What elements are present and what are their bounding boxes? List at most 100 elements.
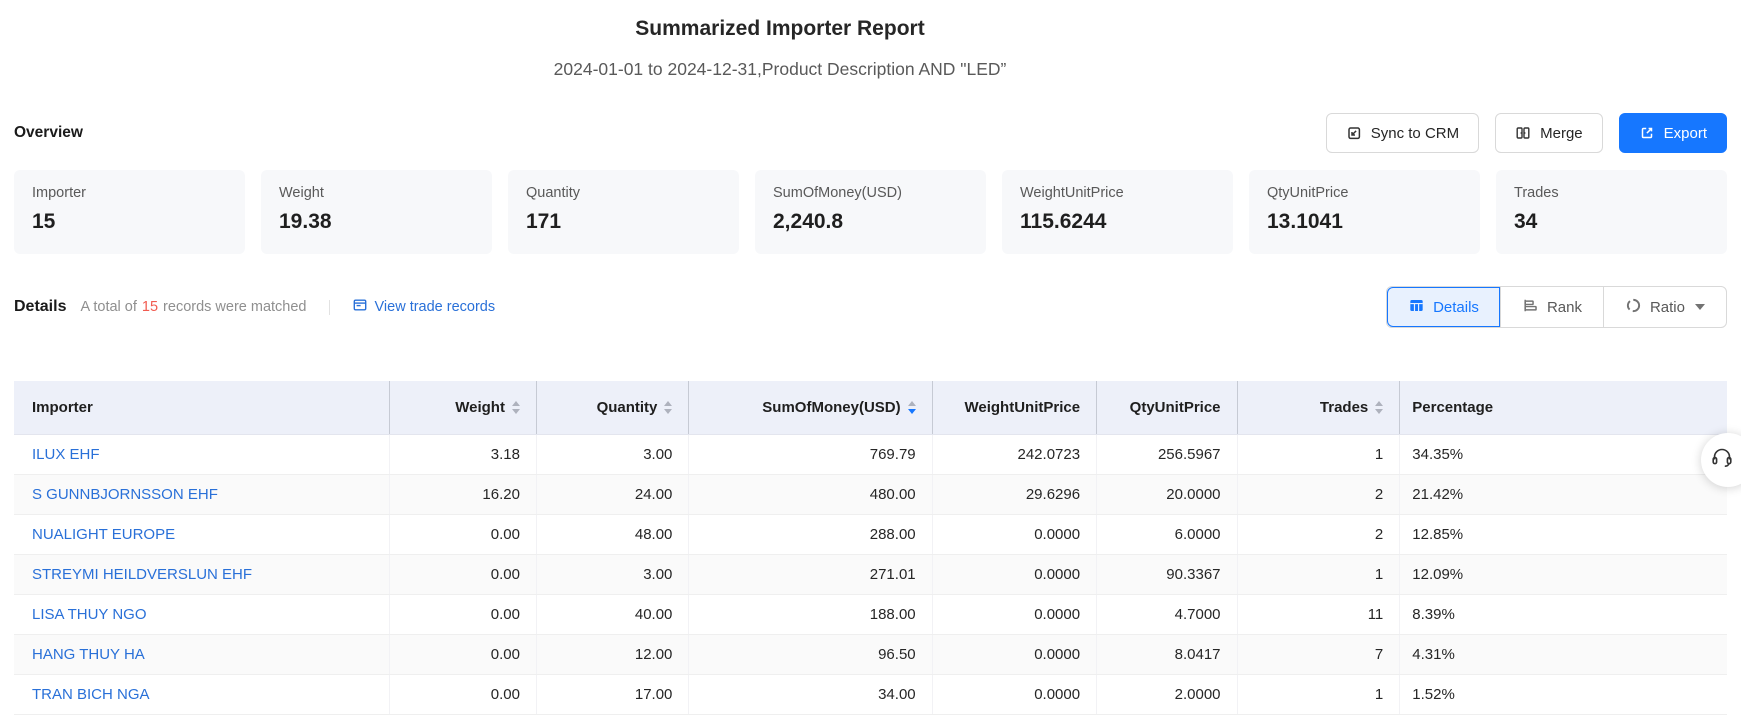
weight-unit-price-cell: 0.0000 [932, 674, 1096, 714]
weight-unit-price-cell: 0.0000 [932, 514, 1096, 554]
sort-carets-icon[interactable] [664, 401, 672, 414]
sum-cell: 96.50 [689, 634, 932, 674]
headset-icon [1710, 446, 1734, 475]
stat-label: Quantity [526, 185, 721, 201]
view-trade-records-label: View trade records [375, 299, 496, 315]
stat-card-importer: Importer 15 [14, 170, 245, 254]
importer-link[interactable]: NUALIGHT EUROPE [32, 526, 175, 543]
tab-rank[interactable]: Rank [1501, 287, 1604, 327]
overview-heading: Overview [14, 124, 83, 142]
importer-link[interactable]: HANG THUY HA [32, 646, 145, 663]
qty-unit-price-cell: 90.3367 [1097, 554, 1237, 594]
stat-label: QtyUnitPrice [1267, 185, 1462, 201]
table-icon [1408, 297, 1425, 318]
column-header-weight[interactable]: Weight [389, 381, 536, 434]
trades-cell: 11 [1237, 594, 1400, 634]
quantity-cell: 3.00 [536, 554, 688, 594]
column-header-weight-unit-price: WeightUnitPrice [932, 381, 1096, 434]
importer-link[interactable]: TRAN BICH NGA [32, 686, 150, 703]
weight-unit-price-cell: 0.0000 [932, 554, 1096, 594]
tab-rank-label: Rank [1547, 299, 1582, 316]
importer-table: Importer Weight Quantity SumOfMoney(USD)… [14, 381, 1727, 715]
importer-link[interactable]: S GUNNBJORNSSON EHF [32, 486, 218, 503]
table-row: S GUNNBJORNSSON EHF 16.20 24.00 480.00 2… [14, 474, 1727, 514]
stat-card-qty-unit-price: QtyUnitPrice 13.1041 [1249, 170, 1480, 254]
qty-unit-price-cell: 256.5967 [1097, 434, 1237, 474]
percentage-cell: 12.09% [1400, 554, 1727, 594]
stat-value: 19.38 [279, 210, 474, 234]
tab-details[interactable]: Details [1387, 287, 1501, 327]
sum-cell: 34.00 [689, 674, 932, 714]
weight-cell: 0.00 [389, 514, 536, 554]
table-header-row: Importer Weight Quantity SumOfMoney(USD)… [14, 381, 1727, 434]
weight-cell: 0.00 [389, 674, 536, 714]
overview-toolbar: Overview Sync to CRM Merge [0, 113, 1741, 153]
trades-cell: 1 [1237, 554, 1400, 594]
toolbar-actions: Sync to CRM Merge Export [1326, 113, 1727, 153]
stat-value: 171 [526, 210, 721, 234]
matched-prefix: A total of [80, 299, 136, 315]
weight-unit-price-cell: 0.0000 [932, 594, 1096, 634]
quantity-cell: 17.00 [536, 674, 688, 714]
sync-to-crm-label: Sync to CRM [1371, 125, 1459, 142]
tab-details-label: Details [1433, 299, 1479, 316]
view-trade-records-link[interactable]: View trade records [352, 297, 496, 317]
qty-unit-price-cell: 6.0000 [1097, 514, 1237, 554]
weight-unit-price-cell: 29.6296 [932, 474, 1096, 514]
stat-card-sum-of-money: SumOfMoney(USD) 2,240.8 [755, 170, 986, 254]
column-header-sum-of-money[interactable]: SumOfMoney(USD) [689, 381, 932, 434]
stat-value: 115.6244 [1020, 210, 1215, 234]
caret-down-icon [1695, 304, 1705, 310]
sync-to-crm-button[interactable]: Sync to CRM [1326, 113, 1479, 153]
tab-ratio[interactable]: Ratio [1604, 287, 1726, 327]
export-label: Export [1664, 125, 1707, 142]
view-mode-switch: Details Rank Ratio [1386, 286, 1727, 328]
stat-label: Importer [32, 185, 227, 201]
column-header-quantity[interactable]: Quantity [536, 381, 688, 434]
stat-value: 2,240.8 [773, 210, 968, 234]
stat-card-weight: Weight 19.38 [261, 170, 492, 254]
bar-chart-icon [1522, 297, 1539, 318]
page-title: Summarized Importer Report [0, 14, 1560, 44]
percentage-cell: 12.85% [1400, 514, 1727, 554]
percentage-cell: 34.35% [1400, 434, 1727, 474]
importer-link[interactable]: LISA THUY NGO [32, 606, 147, 623]
matched-records-text: A total of 15 records were matched [80, 299, 306, 315]
column-header-trades[interactable]: Trades [1237, 381, 1400, 434]
report-header: Summarized Importer Report 2024-01-01 to… [0, 0, 1560, 82]
trades-cell: 2 [1237, 514, 1400, 554]
details-bar-left: Details A total of 15 records were matched… [14, 297, 495, 317]
records-icon [352, 297, 368, 317]
percentage-cell: 21.42% [1400, 474, 1727, 514]
weight-cell: 0.00 [389, 594, 536, 634]
details-heading: Details [14, 298, 66, 316]
weight-unit-price-cell: 0.0000 [932, 634, 1096, 674]
sort-carets-icon[interactable] [908, 401, 916, 414]
qty-unit-price-cell: 2.0000 [1097, 674, 1237, 714]
sync-icon [1346, 125, 1362, 141]
weight-unit-price-cell: 242.0723 [932, 434, 1096, 474]
merge-icon [1515, 125, 1531, 141]
sum-cell: 769.79 [689, 434, 932, 474]
stat-label: WeightUnitPrice [1020, 185, 1215, 201]
trades-cell: 1 [1237, 674, 1400, 714]
sort-carets-icon[interactable] [512, 401, 520, 414]
matched-count: 15 [142, 299, 158, 315]
quantity-cell: 40.00 [536, 594, 688, 634]
stat-card-quantity: Quantity 171 [508, 170, 739, 254]
export-button[interactable]: Export [1619, 113, 1727, 153]
importer-link[interactable]: STREYMI HEILDVERSLUN EHF [32, 566, 252, 583]
weight-cell: 0.00 [389, 554, 536, 594]
trades-cell: 1 [1237, 434, 1400, 474]
sum-cell: 480.00 [689, 474, 932, 514]
stat-label: SumOfMoney(USD) [773, 185, 968, 201]
percentage-cell: 8.39% [1400, 594, 1727, 634]
merge-button[interactable]: Merge [1495, 113, 1603, 153]
table-row: TRAN BICH NGA 0.00 17.00 34.00 0.0000 2.… [14, 674, 1727, 714]
merge-label: Merge [1540, 125, 1583, 142]
sort-carets-icon[interactable] [1375, 401, 1383, 414]
stat-value: 15 [32, 210, 227, 234]
importer-link[interactable]: ILUX EHF [32, 446, 100, 463]
weight-cell: 0.00 [389, 634, 536, 674]
matched-suffix: records were matched [163, 299, 306, 315]
